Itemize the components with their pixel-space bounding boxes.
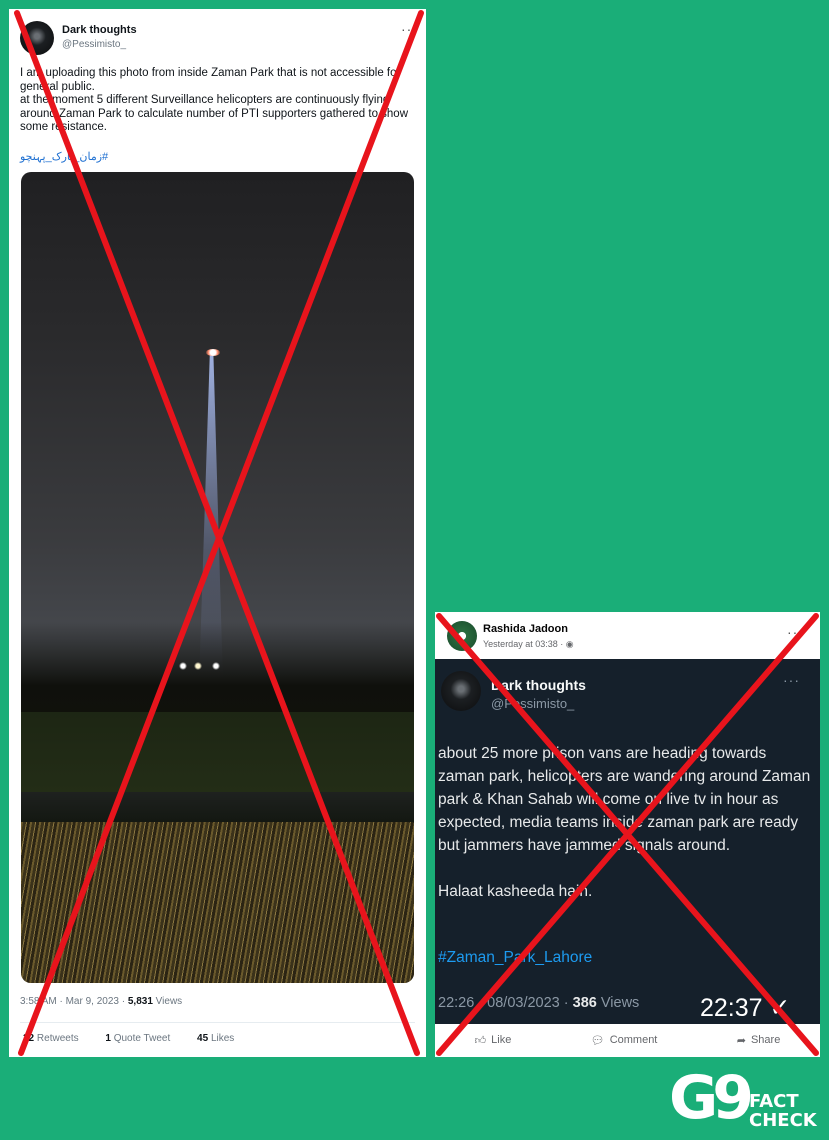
distant-lights <box>171 662 231 670</box>
views-label: Views <box>155 996 183 1007</box>
screenshot-avatar <box>441 671 481 711</box>
tweet-text: I am uploading this photo from inside Za… <box>20 67 410 135</box>
facebook-post-card: Rashida Jadoon Yesterday at 03:38 · ◉ ··… <box>435 612 820 1057</box>
tweet-photo[interactable] <box>21 172 414 983</box>
more-options-icon[interactable]: ··· <box>787 624 804 640</box>
views-count: 5,831 <box>127 996 153 1007</box>
likes-stat[interactable]: 45 Likes <box>197 1033 246 1044</box>
quotes-stat[interactable]: 1 Quote Tweet <box>105 1033 182 1044</box>
more-options-icon[interactable]: ··· <box>401 21 418 37</box>
quotes-label: Quote Tweet <box>113 1033 171 1044</box>
screenshot-meta: 22:26 · 08/03/2023 · 386 Views <box>438 995 639 1011</box>
tweet-card: Dark thoughts @Pessimisto_ ··· I am uplo… <box>9 9 426 1057</box>
screenshot-text: about 25 more prison vans are heading to… <box>438 742 813 926</box>
tweet-screenshot-image[interactable]: Dark thoughts @Pessimisto_ ··· about 25 … <box>435 659 820 1024</box>
share-button[interactable]: ➦ Share <box>737 1034 781 1047</box>
screenshot-time: 22:26 · 08/03/2023 · <box>438 995 573 1011</box>
retweets-stat[interactable]: 22 Retweets <box>23 1033 91 1044</box>
tweet-stats: 22 Retweets 1 Quote Tweet 45 Likes <box>23 1033 258 1044</box>
screenshot-views-count: 386 <box>572 995 597 1011</box>
tweet-time[interactable]: 3:58 AM <box>20 996 57 1007</box>
divider <box>20 1022 415 1023</box>
like-label: Like <box>491 1034 512 1046</box>
field <box>21 712 414 792</box>
post-timestamp-text: Yesterday at 03:38 · <box>483 639 566 649</box>
author-avatar[interactable] <box>447 621 477 651</box>
hashtag-link[interactable]: #زمان_پارک_پہنچو <box>20 150 108 163</box>
screenshot-clock: 22:37 ✓ <box>700 994 791 1022</box>
quotes-count: 1 <box>105 1033 111 1044</box>
screenshot-handle: @Pessimisto_ <box>491 696 575 711</box>
comment-icon: 💬︎ <box>590 1034 605 1047</box>
tweet-text-line: at the moment 5 different Surveillance h… <box>20 94 409 133</box>
share-icon: ➦ <box>736 1034 746 1047</box>
logo-word-fact: FACT <box>749 1091 799 1112</box>
retweets-count: 22 <box>23 1033 35 1044</box>
fact-check-logo: G9 FACT CHECK <box>669 1063 821 1133</box>
author-name[interactable]: Rashida Jadoon <box>483 623 568 635</box>
screenshot-text-line: about 25 more prison vans are heading to… <box>438 745 811 854</box>
screenshot-views-label: Views <box>600 995 640 1011</box>
avatar[interactable] <box>20 21 54 55</box>
tweet-text-line: I am uploading this photo from inside Za… <box>20 67 401 93</box>
helicopter-light <box>206 349 220 356</box>
post-actions: 👍︎ Like 💬︎ Comment ➦ Share <box>435 1027 820 1053</box>
thumbs-up-icon: 👍︎ <box>474 1034 487 1047</box>
comment-button[interactable]: 💬︎ Comment <box>591 1034 658 1047</box>
comment-label: Comment <box>609 1034 658 1046</box>
grass <box>21 822 414 983</box>
like-button[interactable]: 👍︎ Like <box>475 1034 512 1047</box>
post-timestamp[interactable]: Yesterday at 03:38 · ◉ <box>483 639 574 650</box>
screenshot-hashtag: #Zaman_Park_Lahore <box>438 949 593 966</box>
handle[interactable]: @Pessimisto_ <box>62 39 126 50</box>
screenshot-more-icon: ··· <box>783 672 800 688</box>
screenshot-display-name: Dark thoughts <box>491 677 586 693</box>
globe-icon: ◉ <box>565 639 574 649</box>
likes-label: Likes <box>210 1033 235 1044</box>
display-name[interactable]: Dark thoughts <box>62 24 137 36</box>
retweets-label: Retweets <box>36 1033 79 1044</box>
logo-word-check: CHECK <box>749 1110 817 1131</box>
screenshot-text-line: Halaat kasheeda hain. <box>438 883 593 900</box>
logo-mark: G9 <box>669 1063 754 1133</box>
share-label: Share <box>750 1034 781 1046</box>
likes-count: 45 <box>197 1033 209 1044</box>
tweet-date[interactable]: Mar 9, 2023 <box>66 996 119 1007</box>
tweet-meta: 3:58 AM · Mar 9, 2023 · 5,831 Views <box>20 996 183 1007</box>
